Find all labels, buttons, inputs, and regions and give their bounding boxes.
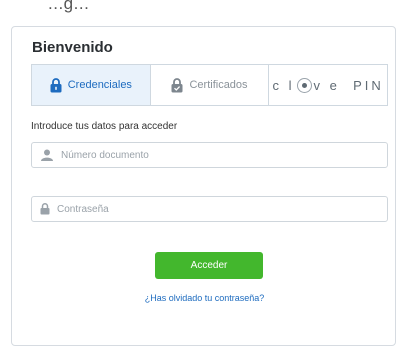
- certificate-lock-icon: [171, 77, 183, 93]
- tab-credenciales-label: Credenciales: [67, 79, 132, 91]
- lock-icon: [40, 203, 50, 215]
- forgot-password-link[interactable]: ¿Has olvidado tu contraseña?: [12, 293, 397, 303]
- login-card: Bienvenido Credenciales Certificados c l…: [11, 26, 396, 346]
- clave-at-icon: [296, 77, 312, 93]
- acceder-button[interactable]: Acceder: [155, 252, 263, 279]
- password-input[interactable]: [55, 202, 359, 216]
- login-method-tabs: Credenciales Certificados c lv e PIN: [31, 64, 389, 106]
- document-number-field[interactable]: [31, 142, 388, 168]
- tab-certificados[interactable]: Certificados: [150, 64, 270, 106]
- tab-credenciales[interactable]: Credenciales: [31, 64, 151, 106]
- lock-icon: [50, 77, 62, 93]
- tab-clave-pin[interactable]: c lv e PIN: [269, 64, 389, 106]
- header-partial-text: ...g...: [48, 0, 90, 13]
- intro-text: Introduce tus datos para acceder: [31, 121, 178, 132]
- clave-pin-logo: c lv e PIN: [272, 77, 384, 93]
- page-header-sliver: ...g...: [0, 0, 406, 18]
- password-field[interactable]: [31, 196, 388, 222]
- page-title: Bienvenido: [32, 39, 113, 56]
- document-number-input[interactable]: [59, 148, 363, 162]
- tab-certificados-label: Certificados: [189, 79, 248, 91]
- user-icon: [40, 149, 54, 161]
